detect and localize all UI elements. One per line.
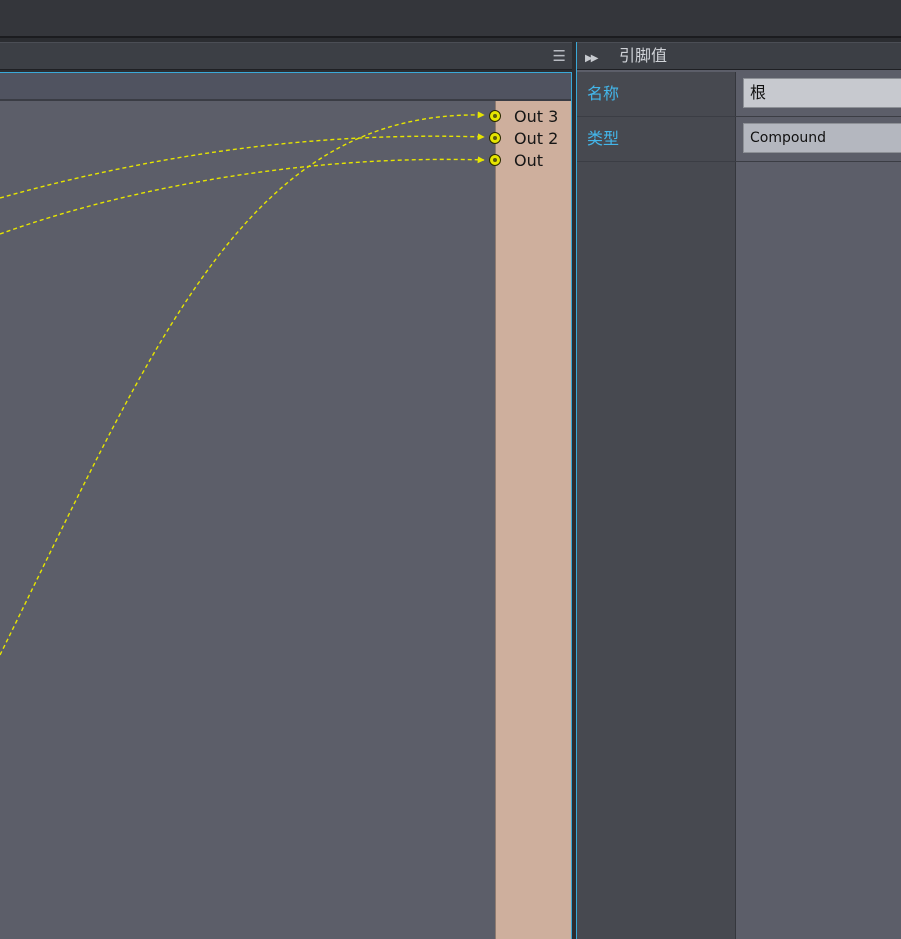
port-connector-icon[interactable]	[489, 110, 501, 122]
type-dropdown[interactable]: Compound	[743, 123, 901, 153]
port-connector-icon[interactable]	[489, 132, 501, 144]
property-label: 类型	[587, 129, 620, 148]
port-label: Out 2	[514, 129, 559, 148]
output-port-out-3[interactable]: Out 3	[489, 107, 571, 127]
property-row-name: 名称 根	[577, 72, 901, 117]
node-graph-panel[interactable]: Out 3 Out 2 Out	[0, 72, 572, 939]
double-arrow-right-icon[interactable]: ▶▶	[585, 46, 611, 72]
app-window: ☰ Out 3 Out 2 Out ▶▶ 引脚值 名称 根 类型 Compoun…	[0, 0, 901, 939]
properties-title: 引脚值	[619, 46, 668, 65]
port-label: Out 3	[514, 107, 559, 126]
graph-breadcrumb-bar	[0, 73, 571, 101]
output-port-out-2[interactable]: Out 2	[489, 129, 571, 149]
properties-header: ▶▶ 引脚值	[577, 42, 901, 70]
graph-canvas[interactable]	[0, 101, 571, 939]
port-label: Out	[514, 151, 544, 170]
output-node[interactable]: Out 3 Out 2 Out	[489, 101, 571, 939]
output-port-out[interactable]: Out	[489, 151, 571, 171]
property-label: 名称	[587, 84, 620, 103]
property-value-column	[736, 72, 901, 939]
property-row-type: 类型 Compound	[577, 117, 901, 162]
top-toolbar	[0, 0, 901, 38]
port-connector-icon[interactable]	[489, 154, 501, 166]
hamburger-menu-icon[interactable]: ☰	[553, 47, 566, 65]
name-input[interactable]: 根	[743, 78, 901, 108]
properties-panel: ▶▶ 引脚值 名称 根 类型 Compound	[576, 42, 901, 939]
graph-panel-header: ☰	[0, 42, 572, 70]
property-label-column	[577, 72, 736, 939]
